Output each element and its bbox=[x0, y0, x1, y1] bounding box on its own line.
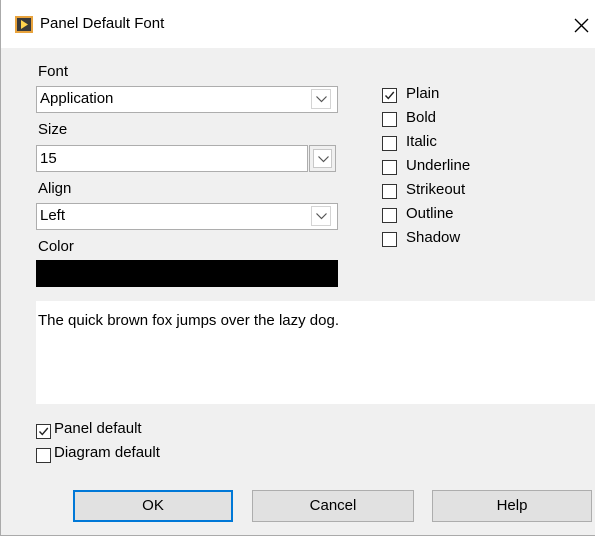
font-preview: The quick brown fox jumps over the lazy … bbox=[36, 301, 595, 404]
close-button[interactable] bbox=[569, 10, 595, 40]
size-dropdown-inner bbox=[313, 149, 332, 168]
font-label: Font bbox=[38, 63, 69, 80]
underline-label: Underline bbox=[406, 157, 471, 174]
italic-checkbox[interactable] bbox=[382, 136, 397, 151]
strikeout-label: Strikeout bbox=[406, 181, 466, 198]
align-label: Align bbox=[38, 180, 72, 197]
outline-checkbox[interactable] bbox=[382, 208, 397, 223]
align-dropdown-button[interactable] bbox=[311, 206, 331, 226]
chevron-down-icon bbox=[316, 213, 327, 220]
font-dialog: Panel Default Font Font Application Size… bbox=[0, 0, 595, 536]
bold-checkbox[interactable] bbox=[382, 112, 397, 127]
strikeout-checkbox[interactable] bbox=[382, 184, 397, 199]
window-title: Panel Default Font bbox=[40, 15, 165, 32]
check-icon bbox=[38, 427, 49, 436]
close-icon bbox=[574, 18, 589, 33]
underline-checkbox[interactable] bbox=[382, 160, 397, 175]
title-bar: Panel Default Font bbox=[1, 0, 595, 48]
cancel-button[interactable]: Cancel bbox=[252, 490, 414, 522]
color-label: Color bbox=[38, 238, 74, 255]
size-dropdown-button[interactable] bbox=[309, 145, 336, 172]
shadow-label: Shadow bbox=[406, 229, 461, 246]
ok-button[interactable]: OK bbox=[73, 490, 233, 522]
italic-label: Italic bbox=[406, 133, 437, 150]
help-button[interactable]: Help bbox=[432, 490, 592, 522]
size-input[interactable]: 15 bbox=[36, 145, 308, 172]
color-swatch[interactable] bbox=[36, 260, 338, 287]
diagram-default-checkbox[interactable] bbox=[36, 448, 51, 463]
panel-default-checkbox[interactable] bbox=[36, 424, 51, 439]
chevron-down-icon bbox=[316, 96, 327, 103]
size-input-value: 15 bbox=[40, 150, 57, 167]
chevron-down-icon bbox=[318, 156, 329, 163]
outline-label: Outline bbox=[406, 205, 454, 222]
font-dropdown-button[interactable] bbox=[311, 89, 331, 109]
plain-label: Plain bbox=[406, 85, 440, 102]
panel-default-label: Panel default bbox=[54, 420, 142, 437]
bold-label: Bold bbox=[406, 109, 437, 126]
check-icon bbox=[384, 91, 395, 100]
align-select-value: Left bbox=[40, 207, 66, 224]
align-select[interactable]: Left bbox=[36, 203, 338, 230]
shadow-checkbox[interactable] bbox=[382, 232, 397, 247]
diagram-default-label: Diagram default bbox=[54, 444, 160, 461]
size-label: Size bbox=[38, 121, 68, 138]
labview-app-icon bbox=[15, 16, 33, 33]
font-select[interactable]: Application bbox=[36, 86, 338, 113]
font-select-value: Application bbox=[40, 90, 114, 107]
plain-checkbox[interactable] bbox=[382, 88, 397, 103]
preview-text: The quick brown fox jumps over the lazy … bbox=[38, 312, 339, 329]
